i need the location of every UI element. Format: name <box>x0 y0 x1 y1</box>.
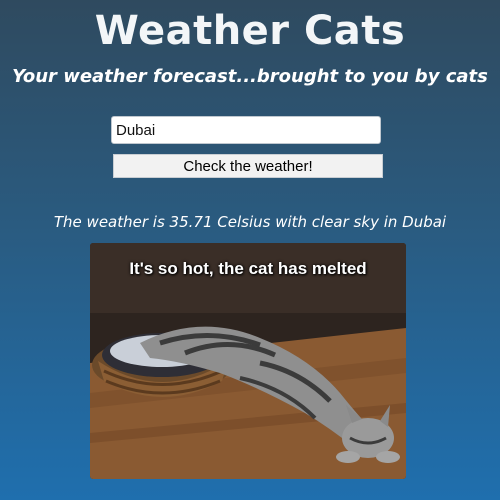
city-input[interactable] <box>111 116 381 144</box>
page-title: Weather Cats <box>94 8 406 54</box>
melted-cat-image: It's so hot, the cat has melted <box>90 243 406 479</box>
check-weather-button[interactable]: Check the weather! <box>113 154 383 178</box>
meme-caption: It's so hot, the cat has melted <box>129 259 367 278</box>
weather-result-text: The weather is 35.71 Celsius with clear … <box>53 213 447 231</box>
page-subtitle: Your weather forecast...brought to you b… <box>12 66 488 87</box>
